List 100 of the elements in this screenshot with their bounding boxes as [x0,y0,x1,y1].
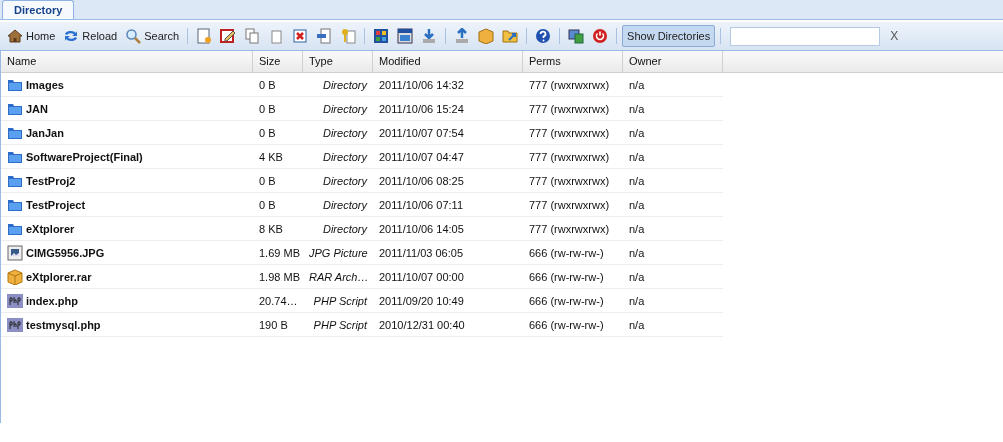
table-cell-text: 2011/11/03 06:05 [378,246,464,259]
table-cell-text: 0 B [258,78,277,91]
upload-icon [454,28,471,44]
table-cell-text: 2011/10/06 07:11 [378,198,464,211]
monitor-icon [568,28,585,44]
table-cell-text: 1.98 MB [258,270,301,283]
table-cell-text: n/a [628,270,646,283]
table-cell-text: n/a [628,78,646,91]
help-icon [535,28,552,44]
tab[interactable]: Directory [2,0,75,19]
delete-icon [292,28,309,44]
table-cell-text: 1.69 MB [258,246,301,259]
file-name[interactable]: SoftwareProject(Final) [26,150,143,163]
table-cell-text: Directory [322,150,369,163]
file-name[interactable]: JAN [26,102,48,115]
column-header[interactable]: Perms [523,51,623,72]
file-name[interactable]: eXtplorer.rar [26,270,92,283]
grid-icon [373,28,390,44]
key-icon [340,28,357,44]
file-name[interactable]: testmysql.php [26,318,101,331]
reload-button[interactable]: Reload [60,25,121,47]
table-cell-text: Directory [322,78,369,91]
table-cell-text: 2011/09/20 10:49 [378,294,465,307]
table-cell-text: 0 B [258,102,277,115]
table-cell-text: Directory [322,222,369,235]
table-cell-text: 2011/10/06 08:25 [378,174,465,187]
column-header[interactable]: Owner [623,51,723,72]
table-cell-text: JPG Picture [308,246,369,259]
table-cell-text: 777 (rwxrwxrwx) [528,126,611,139]
table-cell-text: 2011/10/07 00:00 [378,270,465,283]
download-icon [421,28,438,44]
table-cell-text: 0 B [258,126,277,139]
file-name[interactable]: JanJan [26,126,64,139]
filter-field[interactable] [730,26,881,46]
table-cell-text: 666 (rw-rw-rw-) [528,270,605,283]
edit-icon [220,28,237,44]
table-cell-text: 666 (rw-rw-rw-) [528,294,605,307]
table-cell-text: n/a [628,126,646,139]
table-cell-text: 4 KB [258,150,284,163]
table-cell-text: 777 (rwxrwxrwx) [528,198,611,211]
table-cell-text: 2010/12/31 00:40 [378,318,466,331]
table-cell-text: n/a [628,150,646,163]
page-icon [268,28,285,44]
show-directories-toggle[interactable]: Show Directories [622,25,716,47]
search-button[interactable]: Search [122,25,183,47]
image-file-icon [7,244,23,261]
clear-filter-button[interactable]: X [890,29,899,43]
power-icon [592,28,609,44]
table-cell-text: 2011/10/07 07:54 [378,126,465,139]
column-header[interactable]: Type [303,51,373,72]
table-cell-text: 777 (rwxrwxrwx) [528,174,611,187]
table-cell-text: n/a [628,318,646,331]
table-cell-text: n/a [628,294,646,307]
new-file-icon [196,28,213,44]
file-name[interactable]: CIMG5956.JPG [26,246,105,259]
table-cell-text: 777 (rwxrwxrwx) [528,150,611,163]
php-file-icon [7,292,23,309]
box-icon [7,268,23,285]
table-cell-text: 2011/10/06 14:32 [378,78,465,91]
table-cell-text: n/a [628,198,646,211]
column-header[interactable]: Name [1,51,253,72]
search-icon [125,28,142,44]
file-name[interactable]: Images [26,78,64,91]
table-cell-text: RAR Arch… [308,270,370,283]
table-cell-text: n/a [628,174,646,187]
table-cell-text: n/a [628,102,646,115]
table-cell-text: 190 B [258,318,289,331]
table-cell-text: Directory [322,174,369,187]
file-name[interactable]: index.php [26,294,78,307]
table-cell-text: 2011/10/06 14:05 [378,222,465,235]
box-icon [478,28,495,44]
table-cell-text: 8 KB [258,222,284,235]
table-cell-text: Directory [322,126,369,139]
copy-icon [244,28,261,44]
reload-icon [63,28,80,44]
php-file-icon [7,316,23,333]
file-name[interactable]: TestProj2 [26,174,76,187]
file-name[interactable]: eXtplorer [26,222,75,235]
table-cell-text: 666 (rw-rw-rw-) [528,318,605,331]
file-name[interactable]: TestProject [26,198,86,211]
table-cell-text: PHP Script [312,318,369,331]
table-cell-text: PHP Script [312,294,369,307]
window-icon [397,28,414,44]
table-cell-text: Directory [322,198,369,211]
table-cell-text: 777 (rwxrwxrwx) [528,78,611,91]
table-cell-text: 666 (rw-rw-rw-) [528,246,605,259]
home-icon [7,28,23,44]
table-cell-text: 20.74… [258,294,299,307]
folder-icon [502,28,519,44]
column-header[interactable]: Size [253,51,303,72]
home-button[interactable]: Home [4,25,59,47]
table-cell-text: 2011/10/06 15:24 [378,102,465,115]
table-cell-text: n/a [628,246,646,259]
table-cell-text: 777 (rwxrwxrwx) [528,102,611,115]
table-cell-text: 777 (rwxrwxrwx) [528,222,611,235]
table-cell-text: Directory [322,102,369,115]
table-cell-text: 0 B [258,174,277,187]
column-header[interactable]: Modified [373,51,523,72]
table-cell-text: 2011/10/07 04:47 [378,150,465,163]
table-cell-text: 0 B [258,198,277,211]
